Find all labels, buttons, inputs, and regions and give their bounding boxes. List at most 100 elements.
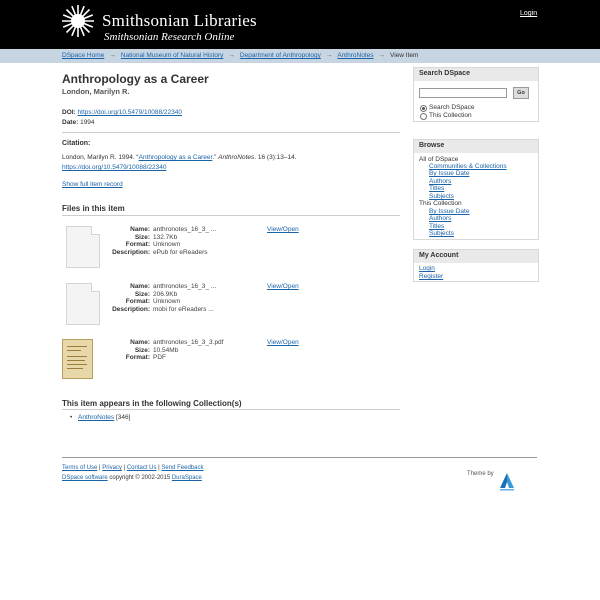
citation-volume: . 16 (3):13–14. xyxy=(254,154,297,161)
date-label: Date: xyxy=(62,119,79,126)
file-format: Unknown xyxy=(153,241,181,249)
duraspace-link[interactable]: DuraSpace xyxy=(172,475,202,481)
collection-count: [346] xyxy=(115,414,131,421)
search-panel: Search DSpace Go Search DSpace This Coll… xyxy=(413,67,539,122)
citation-text: London, Marilyn R. 1994. “Anthropology a… xyxy=(62,153,400,173)
file-format-label: Format: xyxy=(125,241,150,249)
breadcrumb-current: View Item xyxy=(389,52,419,59)
citation-mid: .” xyxy=(212,154,217,161)
site-title[interactable]: Smithsonian Libraries xyxy=(102,11,257,31)
file-name-label: Name: xyxy=(130,283,150,290)
file-row: Name: anthronotes_16_3_ ... Size: 206.9Kb … xyxy=(62,283,400,333)
footer-divider xyxy=(62,457,537,458)
collection-list-item: AnthroNotes [346] xyxy=(70,414,131,421)
terms-link[interactable]: Terms of Use xyxy=(62,465,97,471)
search-collection-label: This Collection xyxy=(429,112,472,119)
copyright-text: copyright © 2002-2015 xyxy=(107,475,172,481)
file-size: 10.54Mb xyxy=(153,346,179,354)
breadcrumb-separator: → xyxy=(228,52,235,59)
date-row: Date: 1994 xyxy=(62,119,95,126)
view-open-link[interactable]: View/Open xyxy=(267,283,299,290)
file-meta: Name: anthronotes_16_3_ ... Size: 132.7Kb … xyxy=(110,226,290,256)
files-heading: Files in this item xyxy=(62,204,125,213)
pdf-thumbnail-icon[interactable] xyxy=(62,339,93,379)
doi-row: DOI: https://doi.org/10.5479/10088/22340 xyxy=(62,109,182,116)
breadcrumb-anthropology[interactable]: Department of Anthropology xyxy=(240,52,321,59)
file-description: mobi for eReaders ... xyxy=(153,305,214,313)
dspace-software-link[interactable]: DSpace software xyxy=(62,475,108,481)
collections-heading: This item appears in the following Colle… xyxy=(62,399,242,408)
breadcrumb-dspace-home[interactable]: DSpace Home xyxy=(62,52,104,59)
citation-doi-link[interactable]: https://doi.org/10.5479/10088/22340 xyxy=(62,164,166,171)
file-size-label: Size: xyxy=(134,233,150,241)
file-meta: Name: anthronotes_16_3_3.pdf Size: 10.54Mb… xyxy=(110,339,290,362)
privacy-link[interactable]: Privacy xyxy=(102,465,122,471)
file-name-label: Name: xyxy=(130,339,150,346)
file-size-label: Size: xyxy=(134,346,150,354)
account-register-link[interactable]: Register xyxy=(419,273,443,280)
account-login-link[interactable]: Login xyxy=(419,265,435,272)
view-open-link[interactable]: View/Open xyxy=(267,339,299,346)
collection-anthronotes-link[interactable]: AnthroNotes xyxy=(78,414,114,421)
file-row: Name: anthronotes_16_3_3.pdf Size: 10.54Mb… xyxy=(62,339,400,389)
account-panel: My Account Login Register xyxy=(413,249,539,282)
divider xyxy=(62,215,400,216)
file-thumbnail-icon[interactable] xyxy=(66,283,100,325)
citation-label: Citation: xyxy=(62,140,91,147)
doi-label: DOI: xyxy=(62,109,76,116)
breadcrumb-nmnh[interactable]: National Museum of Natural History xyxy=(121,52,224,59)
browse-communities-link[interactable]: Communities & Collections xyxy=(429,163,507,170)
citation-heading: Citation: xyxy=(62,140,90,147)
file-description: ePub for eReaders xyxy=(153,248,208,256)
file-name: anthronotes_16_3_3.pdf xyxy=(153,339,224,346)
file-format: Unknown xyxy=(153,298,181,306)
header-login-link[interactable]: Login xyxy=(520,10,537,17)
smithsonian-sun-logo-icon[interactable] xyxy=(61,4,95,38)
browse-subjects-link[interactable]: Subjects xyxy=(429,193,454,200)
item-author: London, Marilyn R. xyxy=(62,87,130,96)
citation-title-link[interactable]: Anthropology as a Career xyxy=(139,154,213,161)
browse-authors-link[interactable]: Authors xyxy=(429,178,451,185)
theme-by-label: Theme by xyxy=(467,471,494,477)
footer: Terms of Use | Privacy | Contact Us | Se… xyxy=(62,465,204,481)
search-go-button[interactable]: Go xyxy=(513,87,529,99)
collection-subjects-link[interactable]: Subjects xyxy=(429,230,454,237)
file-description-label: Description: xyxy=(112,305,150,313)
browse-collection-label: This Collection xyxy=(419,200,462,207)
browse-panel: Browse All of DSpace Communities & Colle… xyxy=(413,139,539,240)
file-format-label: Format: xyxy=(125,298,150,306)
browse-issue-date-link[interactable]: By Issue Date xyxy=(429,170,469,177)
contact-link[interactable]: Contact Us xyxy=(127,465,157,471)
file-thumbnail-icon[interactable] xyxy=(66,226,100,268)
site-header: Smithsonian Libraries Smithsonian Resear… xyxy=(0,0,600,49)
search-all-radio[interactable] xyxy=(420,105,427,112)
search-collection-radio[interactable] xyxy=(420,113,427,120)
browse-heading: Browse xyxy=(414,140,538,153)
file-format: PDF xyxy=(153,354,166,362)
search-all-label: Search DSpace xyxy=(429,104,475,111)
file-row: Name: anthronotes_16_3_ ... Size: 132.7Kb … xyxy=(62,226,400,276)
collection-authors-link[interactable]: Authors xyxy=(429,215,451,222)
file-size: 206.9Kb xyxy=(153,290,178,298)
collection-titles-link[interactable]: Titles xyxy=(429,223,444,230)
browse-all-label: All of DSpace xyxy=(419,156,459,163)
view-open-link[interactable]: View/Open xyxy=(267,226,299,233)
browse-titles-link[interactable]: Titles xyxy=(429,185,444,192)
file-format-label: Format: xyxy=(125,354,150,362)
site-subtitle[interactable]: Smithsonian Research Online xyxy=(104,31,234,43)
breadcrumb-anthronotes[interactable]: AnthroNotes xyxy=(337,52,373,59)
doi-link[interactable]: https://doi.org/10.5479/10088/22340 xyxy=(78,109,182,116)
search-heading: Search DSpace xyxy=(414,68,538,81)
collection-issue-date-link[interactable]: By Issue Date xyxy=(429,208,469,215)
file-name: anthronotes_16_3_ ... xyxy=(153,226,217,233)
file-size-label: Size: xyxy=(134,290,150,298)
search-input[interactable] xyxy=(419,88,507,98)
file-size: 132.7Kb xyxy=(153,233,178,241)
atmire-logo-icon[interactable] xyxy=(497,472,517,492)
breadcrumb: DSpace Home → National Museum of Natural H… xyxy=(0,49,600,63)
breadcrumb-separator: → xyxy=(378,52,385,59)
date-value: 1994 xyxy=(80,119,95,126)
feedback-link[interactable]: Send Feedback xyxy=(161,465,203,471)
citation-journal: AnthroNotes xyxy=(218,154,255,161)
show-full-record-link[interactable]: Show full item record xyxy=(62,181,123,188)
